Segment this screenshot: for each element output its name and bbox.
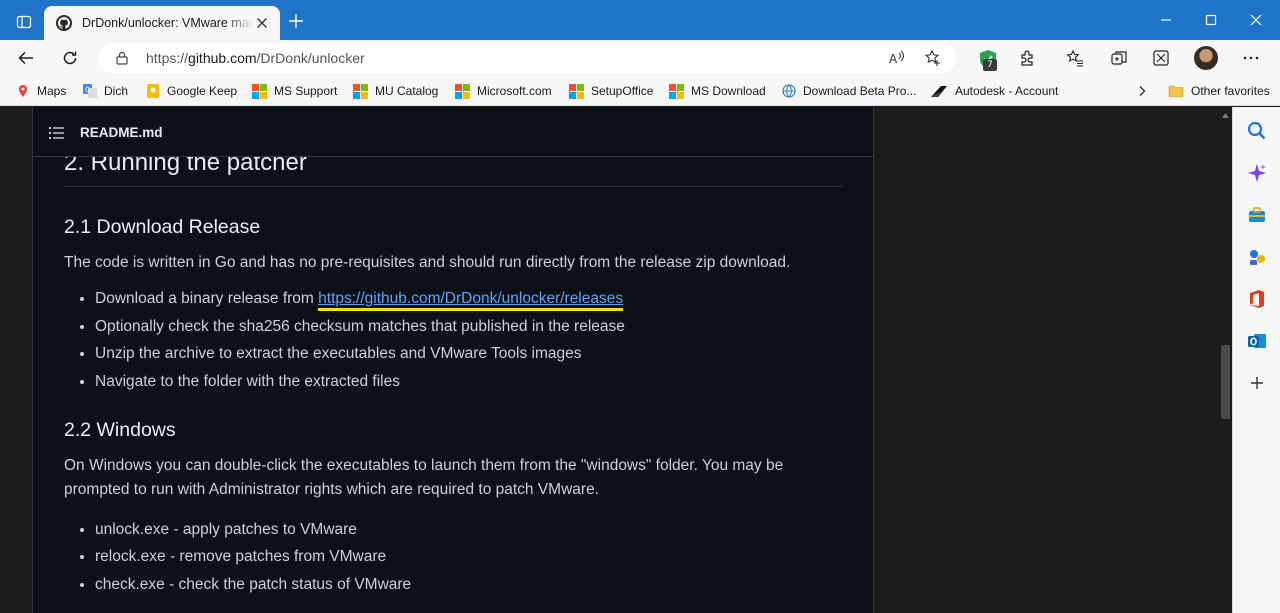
web-capture-icon[interactable]	[1152, 49, 1170, 67]
favorite-maps[interactable]: Maps	[16, 82, 66, 100]
back-icon[interactable]	[17, 49, 35, 67]
list-item: relock.exe - remove patches from VMware	[95, 545, 842, 569]
minimize-icon[interactable]	[1158, 12, 1174, 28]
github-icon	[56, 15, 72, 31]
paragraph-windows: On Windows you can double-click the exec…	[64, 456, 784, 498]
list-item: Unzip the archive to extract the executa…	[95, 342, 842, 366]
copilot-sparkle-icon[interactable]	[1246, 162, 1268, 184]
autodesk-icon	[931, 86, 947, 97]
maximize-icon[interactable]	[1203, 12, 1219, 28]
tab-actions-icon[interactable]	[16, 14, 32, 30]
page-scrollbar[interactable]	[1219, 107, 1232, 613]
favorites-icon[interactable]	[1066, 49, 1084, 67]
tab-github-unlocker[interactable]: DrDonk/unlocker: VMware macOS utilities	[44, 6, 280, 40]
close-window-icon[interactable]	[1248, 12, 1264, 28]
favorite-setupoffice[interactable]: SetupOffice	[569, 82, 653, 100]
favorite-ms-support[interactable]: MS Support	[252, 82, 337, 100]
close-tab-icon[interactable]	[254, 15, 270, 31]
microsoft-logo-icon	[569, 83, 584, 99]
svg-text:A: A	[889, 52, 898, 66]
lock-icon[interactable]	[115, 51, 129, 65]
list-item: unlock.exe - apply patches to VMware	[95, 518, 842, 542]
favorite-autodesk[interactable]: Autodesk - Account	[930, 82, 1058, 100]
favorites-bar: Maps G Dich Google Keep MS Support MU Ca…	[0, 76, 1280, 106]
refresh-icon[interactable]	[61, 49, 79, 67]
scroll-up-icon[interactable]	[1222, 113, 1229, 118]
tab-title: DrDonk/unlocker: VMware macOS utilities	[82, 16, 252, 30]
tools-briefcase-icon[interactable]	[1246, 204, 1268, 226]
extensions-icon[interactable]	[1018, 49, 1036, 67]
extension-badge: 7	[983, 59, 997, 71]
favorite-ms-download[interactable]: MS Download	[669, 82, 766, 100]
download-steps-list: Download a binary release from https://g…	[64, 287, 842, 394]
new-tab-icon[interactable]	[287, 12, 305, 30]
globe-icon	[782, 84, 796, 98]
add-icon[interactable]	[1246, 372, 1268, 394]
games-icon[interactable]	[1246, 246, 1268, 268]
search-icon[interactable]	[1246, 120, 1268, 142]
releases-link[interactable]: https://github.com/DrDonk/unlocker/relea…	[318, 290, 623, 307]
heading-download-release: 2.1 Download Release	[64, 216, 261, 238]
favorite-mu-catalog[interactable]: MU Catalog	[353, 82, 438, 100]
add-favorite-icon[interactable]	[924, 49, 942, 67]
navigation-bar: https://github.com/DrDonk/unlocker A 7	[0, 40, 1280, 76]
microsoft-logo-icon	[455, 83, 470, 99]
other-favorites[interactable]: Other favorites	[1168, 82, 1270, 100]
address-bar[interactable]: https://github.com/DrDonk/unlocker A	[98, 43, 956, 73]
microsoft-logo-icon	[252, 83, 267, 99]
paragraph-download-release: The code is written in Go and has no pre…	[64, 254, 791, 271]
more-options-icon[interactable]	[1242, 49, 1260, 67]
favorite-dich[interactable]: G Dich	[83, 82, 128, 100]
translate-icon: G	[83, 84, 97, 98]
office-icon[interactable]	[1246, 288, 1268, 310]
scrollbar-thumb[interactable]	[1221, 345, 1230, 419]
read-aloud-icon[interactable]: A	[888, 49, 906, 67]
svg-text:G: G	[85, 86, 90, 94]
keep-icon	[147, 84, 159, 98]
microsoft-logo-icon	[353, 83, 368, 99]
microsoft-logo-icon	[669, 83, 684, 99]
outlook-icon[interactable]	[1246, 330, 1268, 352]
readme-panel: README.md 2. Running the patcher 2.1 Dow…	[32, 107, 874, 613]
list-item: Optionally check the sha256 checksum mat…	[95, 315, 842, 339]
url-text: https://github.com/DrDonk/unlocker	[146, 50, 365, 66]
favorite-google-keep[interactable]: Google Keep	[146, 82, 237, 100]
page-content: README.md 2. Running the patcher 2.1 Dow…	[0, 107, 1232, 613]
markdown-body: 2. Running the patcher 2.1 Download Rele…	[64, 151, 842, 600]
edge-sidebar	[1232, 107, 1280, 613]
list-item: check.exe - check the patch status of VM…	[95, 573, 842, 597]
readme-filename[interactable]: README.md	[80, 125, 163, 140]
favorite-microsoft-com[interactable]: Microsoft.com	[455, 82, 552, 100]
heading-windows: 2.2 Windows	[64, 418, 176, 441]
list-item: Navigate to the folder with the extracte…	[95, 370, 842, 394]
profile-avatar[interactable]	[1194, 46, 1218, 70]
list-item: Download a binary release from https://g…	[95, 287, 842, 311]
outline-list-icon[interactable]	[49, 126, 65, 140]
maps-pin-icon	[19, 85, 27, 97]
collections-icon[interactable]	[1110, 49, 1128, 67]
favorite-download-beta[interactable]: Download Beta Pro...	[782, 82, 916, 100]
readme-header: README.md	[33, 107, 873, 157]
folder-icon	[1168, 85, 1184, 98]
title-bar: DrDonk/unlocker: VMware macOS utilities	[0, 0, 1280, 40]
windows-executables-list: unlock.exe - apply patches to VMware rel…	[64, 518, 842, 597]
chevron-right-icon[interactable]	[1136, 85, 1148, 97]
